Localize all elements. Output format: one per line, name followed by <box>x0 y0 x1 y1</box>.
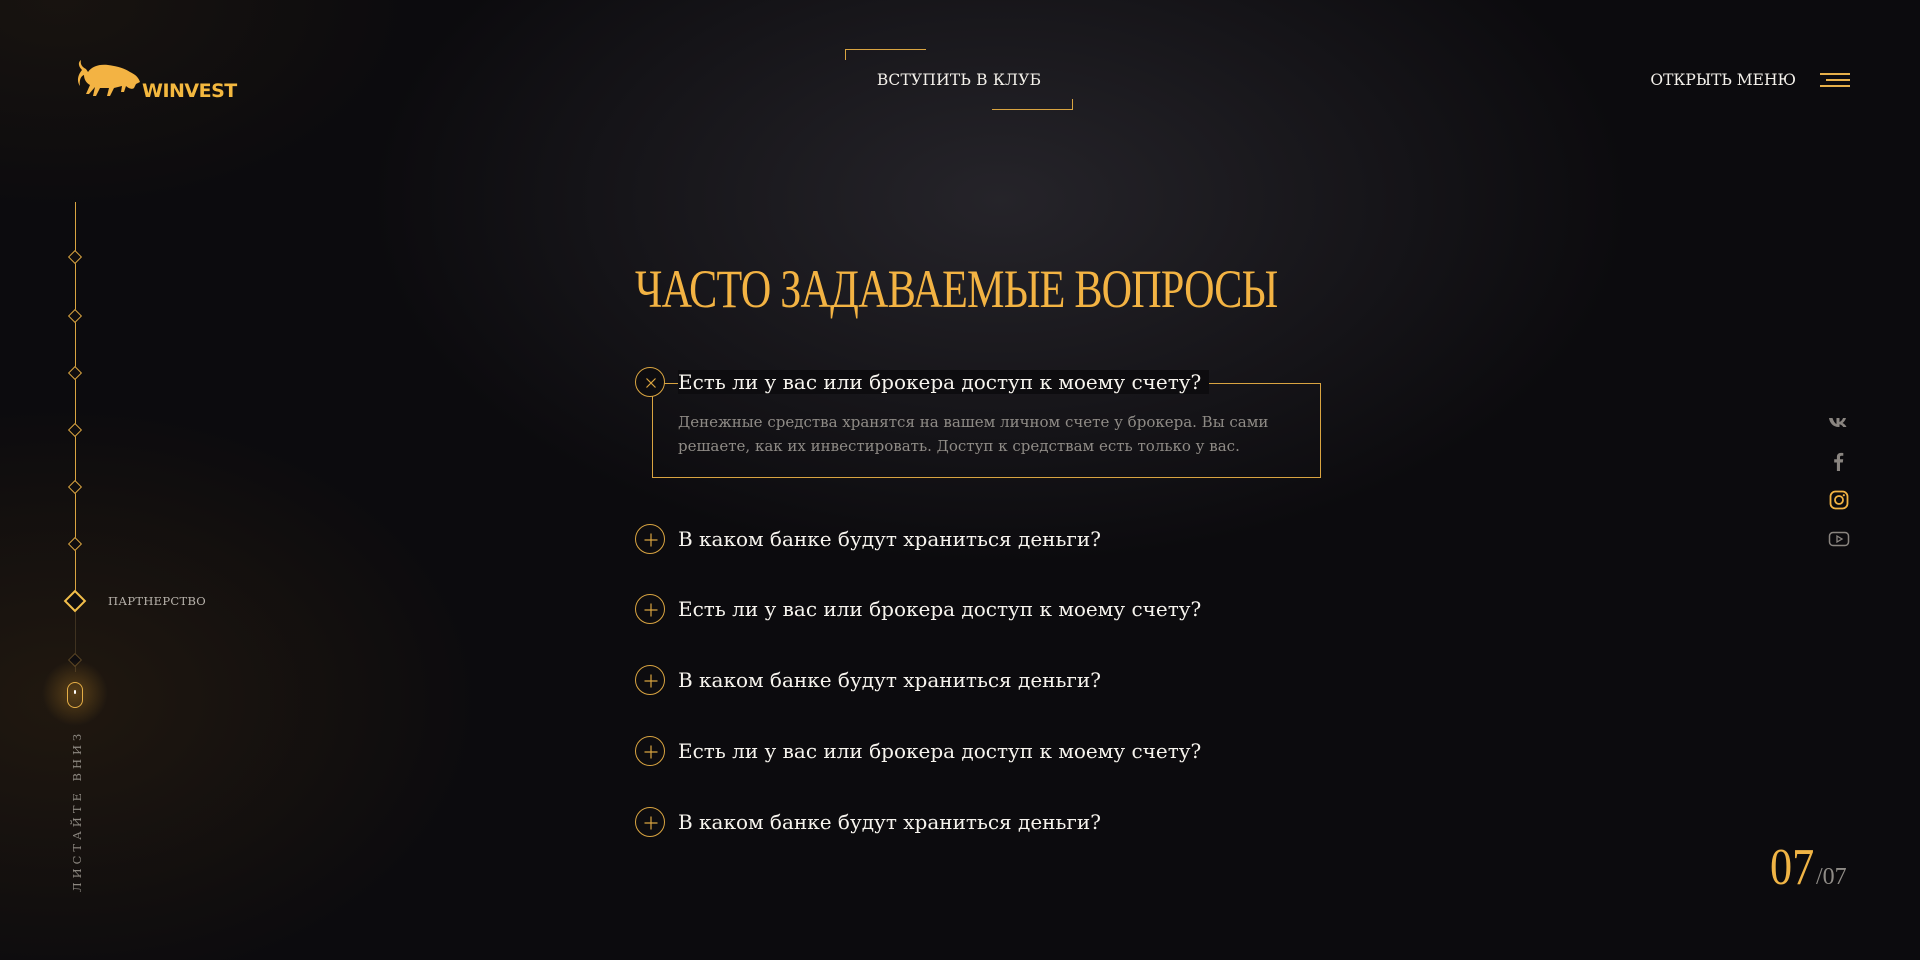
answer-text: Денежные средства хранятся на вашем личн… <box>678 413 1269 455</box>
faq-item-1[interactable]: Есть ли у вас или брокера доступ к моему… <box>635 367 1435 399</box>
plus-icon[interactable] <box>635 524 665 554</box>
bull-logo-icon <box>77 60 140 96</box>
faq-item-6[interactable]: В каком банке будут храниться деньги? <box>635 807 1435 839</box>
instagram-icon[interactable] <box>1828 489 1850 511</box>
faq-item-3[interactable]: Есть ли у вас или брокера доступ к моему… <box>635 594 1435 626</box>
youtube-icon[interactable] <box>1828 528 1850 550</box>
plus-icon[interactable] <box>635 807 665 837</box>
active-section-label: ПАРТНЕРСТВО <box>108 594 206 608</box>
section-dot-6[interactable] <box>67 536 83 552</box>
page-counter: 07/07 <box>1770 838 1853 897</box>
faq-item-4[interactable]: В каком банке будут храниться деньги? <box>635 665 1435 697</box>
logo[interactable]: WINVEST <box>74 58 237 104</box>
faq-title: ЧАСТО ЗАДАВАЕМЫЕ ВОПРОСЫ <box>635 259 1278 319</box>
close-icon[interactable] <box>635 367 665 397</box>
hamburger-icon <box>1820 73 1850 87</box>
open-menu-button[interactable]: ОТКРЫТЬ МЕНЮ <box>1640 70 1850 92</box>
mouse-scroll-icon <box>67 682 83 708</box>
join-club-label: ВСТУПИТЬ В КЛУБ <box>876 71 1042 89</box>
section-dot-2[interactable] <box>67 308 83 324</box>
faq-question: Есть ли у вас или брокера доступ к моему… <box>678 370 1210 394</box>
faq-question: Есть ли у вас или брокера доступ к моему… <box>678 739 1202 763</box>
facebook-icon[interactable] <box>1828 450 1850 472</box>
frame-corner-bottom-right <box>992 99 1073 110</box>
vk-icon[interactable] <box>1828 411 1850 433</box>
faq-item-2[interactable]: В каком банке будут храниться деньги? <box>635 524 1435 556</box>
faq-question: Есть ли у вас или брокера доступ к моему… <box>678 597 1202 621</box>
plus-icon[interactable] <box>635 594 665 624</box>
current-page: 07 <box>1770 839 1815 896</box>
section-dot-1[interactable] <box>67 249 83 265</box>
faq-item-5[interactable]: Есть ли у вас или брокера доступ к моему… <box>635 736 1435 768</box>
join-club-button[interactable]: ВСТУПИТЬ В КЛУБ <box>845 49 1073 110</box>
faq-question: В каком банке будут храниться деньги? <box>678 527 1101 551</box>
faq-question: В каком банке будут храниться деньги? <box>678 668 1101 692</box>
frame-corner-top-left <box>845 49 926 60</box>
open-menu-label: ОТКРЫТЬ МЕНЮ <box>1650 71 1796 89</box>
faq-question: В каком банке будут храниться деньги? <box>678 810 1101 834</box>
section-dot-4[interactable] <box>67 422 83 438</box>
plus-icon[interactable] <box>635 736 665 766</box>
total-pages: /07 <box>1816 864 1847 890</box>
logo-text: WINVEST <box>142 80 237 102</box>
section-dot-3[interactable] <box>67 365 83 381</box>
plus-icon[interactable] <box>635 665 665 695</box>
section-dot-5[interactable] <box>67 479 83 495</box>
scroll-down-hint: ЛИСТАЙТЕ ВНИЗ <box>70 729 84 892</box>
section-dot-7-active[interactable] <box>63 589 87 613</box>
